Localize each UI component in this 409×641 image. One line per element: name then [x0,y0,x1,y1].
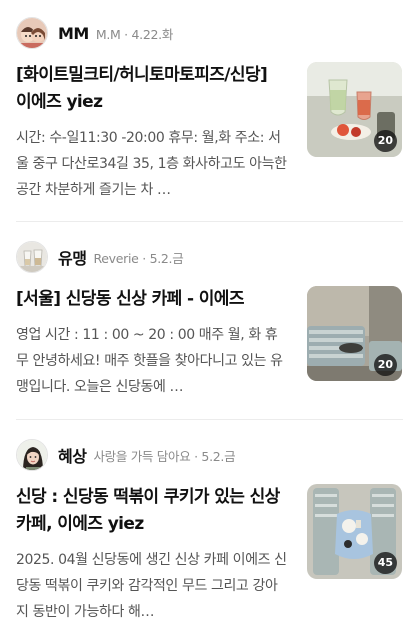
post-title[interactable]: [화이트밀크티/허니토마토피즈/신당] 이에즈 yiez [16,62,288,116]
post-meta: Reverie · 5.2.금 [93,250,184,266]
cartoon-couple-avatar-icon[interactable] [16,17,48,49]
woman-portrait-avatar-icon[interactable] [16,439,48,471]
post-thumbnail[interactable]: 20 [307,286,402,381]
post-divider [16,419,403,420]
post-title[interactable]: 신당 : 신당동 떡볶이 쿠키가 있는 신상 카페, 이에즈 yiez [16,484,288,538]
post-thumbnail[interactable]: 45 [307,484,402,579]
glass-cups-avatar-icon[interactable] [16,241,48,273]
image-count-badge: 45 [373,552,397,574]
post-meta: 사랑을 가득 담아요 · 5.2.금 [93,448,236,464]
post-snippet[interactable]: 시간: 수-일11:30 -20:00 휴무: 월,화 주소: 서울 중구 다산… [16,125,288,203]
post-snippet[interactable]: 영업 시간 : 11 : 00 ~ 20 : 00 매주 월, 화 휴무 안녕하… [16,322,288,400]
post-divider [16,221,403,222]
image-count-badge: 20 [373,354,397,376]
author-name[interactable]: 혜상 [58,443,87,467]
image-count-badge: 20 [373,130,397,152]
blog-search-feed: MM M.M · 4.22.화 [화이트밀크티/허니토마토피즈/신당] 이에즈 … [0,0,409,641]
post-snippet[interactable]: 2025. 04월 신당동에 생긴 신상 카페 이에즈 신당동 떡볶이 쿠키와 … [16,547,288,625]
post-header: 혜상 사랑을 가득 담아요 · 5.2.금 [16,438,236,472]
post-header: MM M.M · 4.22.화 [16,16,173,50]
post-thumbnail[interactable]: 20 [307,62,402,157]
author-name[interactable]: MM [58,24,89,43]
author-name[interactable]: 유맹 [58,245,87,269]
post-title[interactable]: [서울] 신당동 신상 카페 - 이에즈 [16,286,288,313]
post-meta: M.M · 4.22.화 [95,26,174,42]
post-content[interactable]: [화이트밀크티/허니토마토피즈/신당] 이에즈 yiez 시간: 수-일11:3… [16,62,288,203]
post-header: 유맹 Reverie · 5.2.금 [16,240,184,274]
post-content[interactable]: [서울] 신당동 신상 카페 - 이에즈 영업 시간 : 11 : 00 ~ 2… [16,286,288,400]
post-content[interactable]: 신당 : 신당동 떡볶이 쿠키가 있는 신상 카페, 이에즈 yiez 2025… [16,484,288,625]
